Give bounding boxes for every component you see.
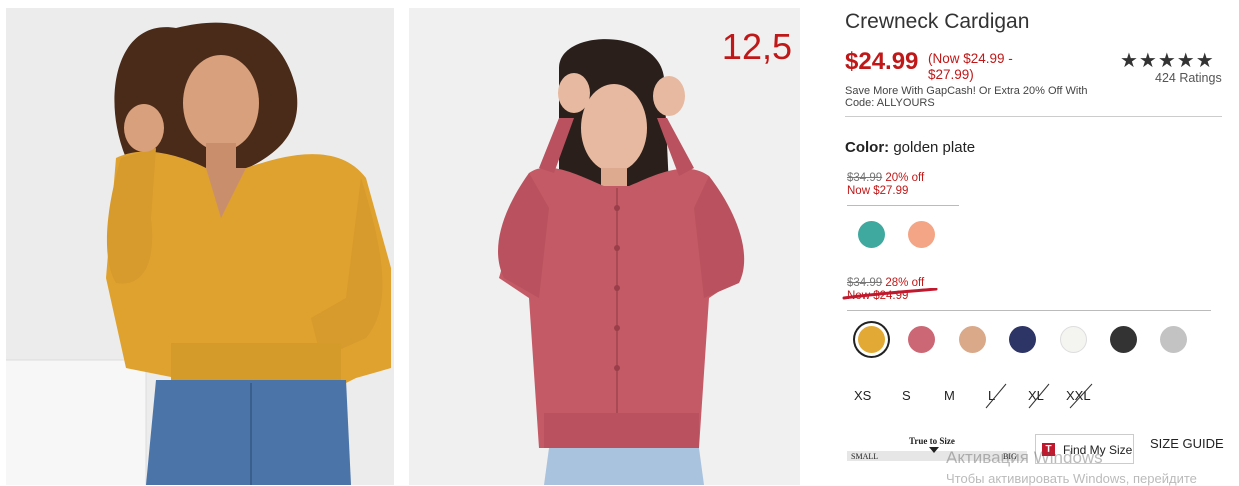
tier-divider bbox=[847, 205, 959, 206]
color-value: golden plate bbox=[893, 139, 976, 156]
product-image-model[interactable]: 12,5 bbox=[409, 8, 800, 485]
color-label-key: Color: bbox=[845, 139, 890, 156]
swatch-teal[interactable] bbox=[858, 221, 885, 248]
swatch-peach[interactable] bbox=[908, 221, 935, 248]
unavailable-strike-icon bbox=[1028, 383, 1050, 409]
price-annotation: 12,5 bbox=[721, 26, 792, 67]
price-range: (Now $24.99 - $27.99) bbox=[928, 51, 1013, 82]
swatch-rose[interactable] bbox=[908, 326, 935, 353]
rating-stars-icon[interactable]: ★★★★★ bbox=[1120, 48, 1215, 73]
fit-marker-icon bbox=[929, 447, 939, 453]
fit-label: True to Size bbox=[909, 436, 955, 446]
unavailable-strike-icon bbox=[1069, 383, 1093, 409]
color-label: Color: golden plate bbox=[845, 139, 975, 156]
swatch-white[interactable] bbox=[1060, 326, 1087, 353]
windows-activation-watermark: Активация Windows bbox=[946, 448, 1103, 467]
swatch-golden-plate[interactable] bbox=[858, 326, 885, 353]
tier-now-price: Now $27.99 bbox=[847, 185, 909, 197]
swatch-grey[interactable] bbox=[1160, 326, 1187, 353]
ratings-count-link[interactable]: 424 Ratings bbox=[1155, 71, 1222, 85]
divider bbox=[845, 116, 1222, 117]
promo-text: Save More With GapCash! Or Extra 20% Off… bbox=[845, 85, 1088, 109]
size-m[interactable]: M bbox=[944, 388, 955, 403]
product-title: Crewneck Cardigan bbox=[845, 10, 1030, 33]
windows-activation-subtext: Чтобы активировать Windows, перейдите bbox=[946, 471, 1197, 486]
product-image-front[interactable] bbox=[6, 8, 394, 485]
size-s[interactable]: S bbox=[902, 388, 911, 403]
sale-price: $24.99 bbox=[845, 48, 919, 75]
price-tier-1: $34.99 20% off Now $27.99 bbox=[847, 172, 924, 198]
size-guide-link[interactable]: SIZE GUIDE bbox=[1150, 436, 1224, 451]
swatch-navy[interactable] bbox=[1009, 326, 1036, 353]
original-price: $34.99 bbox=[847, 172, 883, 184]
tier-divider bbox=[847, 310, 1211, 311]
discount-percent: 20% off bbox=[885, 172, 925, 184]
model-photo-mustard bbox=[6, 8, 394, 485]
unavailable-strike-icon bbox=[985, 383, 1007, 409]
fit-small-label: SMALL bbox=[851, 452, 879, 461]
red-scribble-mark bbox=[842, 288, 938, 300]
size-xs[interactable]: XS bbox=[854, 388, 871, 403]
swatch-tan[interactable] bbox=[959, 326, 986, 353]
swatch-black[interactable] bbox=[1110, 326, 1137, 353]
model-photo-rose bbox=[409, 8, 800, 485]
